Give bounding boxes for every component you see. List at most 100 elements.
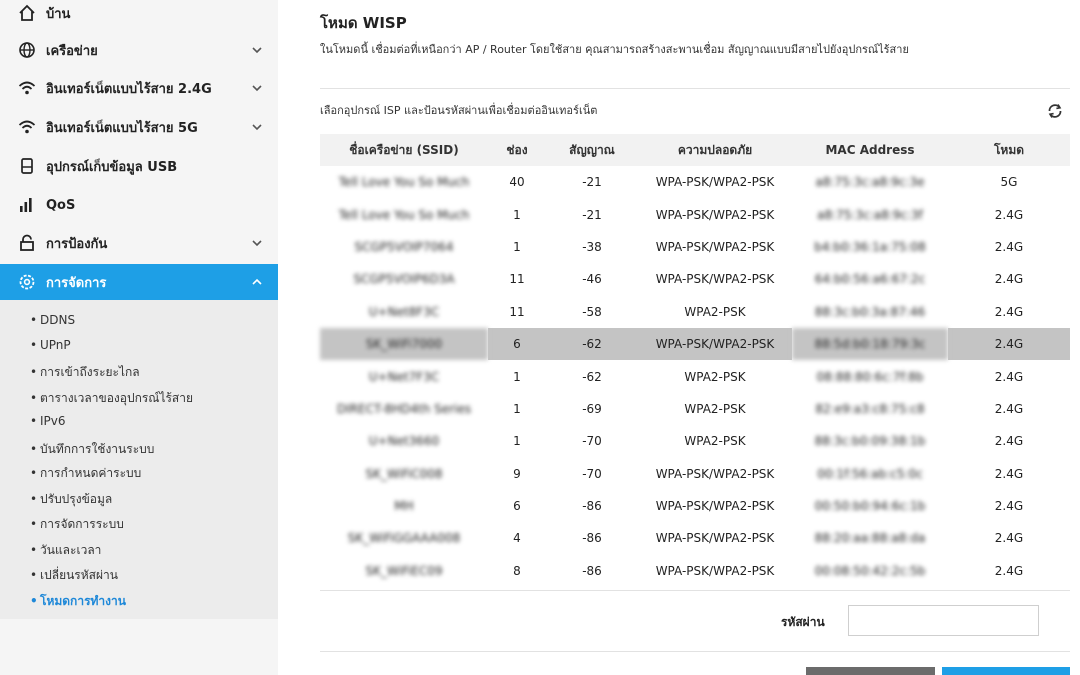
cell-ssid: SK_WiFiEC09: [365, 563, 443, 578]
submenu-item-system-management[interactable]: • การจัดการระบบ: [30, 515, 124, 534]
sidebar-item-network[interactable]: เครือข่าย: [0, 32, 278, 68]
cell-mac: a8:75:3c:a8:9c:3e: [815, 175, 925, 190]
chevron-down-icon: [252, 240, 262, 247]
cell-security: WPA-PSK/WPA2-PSK: [655, 175, 775, 190]
wifi-icon: [18, 81, 36, 95]
sidebar-item-label: การจัดการ: [46, 275, 107, 291]
table-row[interactable]: SK_WiFiC008 9 -70 WPA-PSK/WPA2-PSK 00:1f:56:…: [320, 458, 1070, 490]
submenu-item-update[interactable]: • ปรับปรุงข้อมูล: [30, 490, 112, 509]
submenu-item-operation-mode[interactable]: • โหมดการทำงาน: [30, 592, 126, 611]
cell-mode: 2.4G: [994, 434, 1024, 449]
table-row[interactable]: U+Net7F3C 1 -62 WPA2-PSK 08:88:80:6c:7f:8b 2.…: [320, 360, 1070, 392]
sidebar-item-home[interactable]: บ้าน: [0, 0, 278, 31]
connect-button[interactable]: [942, 667, 1070, 675]
cell-ssid: U+Net8F3C: [368, 304, 440, 319]
cell-channel: 9: [513, 466, 521, 481]
lock-icon: [20, 234, 34, 251]
cell-mode: 2.4G: [948, 327, 1070, 361]
cell-mode: 2.4G: [994, 466, 1024, 481]
submenu-item-change-password[interactable]: • เปลี่ยนรหัสผ่าน: [30, 566, 118, 585]
sidebar-item-label: การป้องกัน: [46, 236, 108, 252]
table-row[interactable]: MH 6 -86 WPA-PSK/WPA2-PSK 00:50:b0:94:6c:1b 2…: [320, 490, 1070, 522]
sidebar-item-management[interactable]: การจัดการ: [0, 264, 278, 300]
bar-chart-icon: [20, 198, 32, 212]
password-input[interactable]: [848, 605, 1039, 636]
cell-ssid: Tell Love You So Much: [338, 207, 470, 222]
cell-channel: 11: [509, 304, 525, 319]
gear-icon: [19, 274, 35, 290]
page-description: ในโหมดนี้ เชื่อมต่อที่เหนือกว่า AP / Rou…: [320, 43, 909, 56]
sidebar-item-usb-storage[interactable]: อุปกรณ์เก็บข้อมูล USB: [0, 148, 278, 184]
cell-signal: -38: [582, 239, 602, 254]
sidebar-item-label: QoS: [46, 197, 76, 213]
cell-ssid: U+Net3660: [368, 434, 440, 449]
table-row[interactable]: SK_WiFiGGAAA008 4 -86 WPA-PSK/WPA2-PSK 88:20…: [320, 522, 1070, 554]
chevron-up-icon: [252, 278, 262, 285]
usb-storage-icon: [21, 158, 33, 174]
table-row[interactable]: U+Net3660 1 -70 WPA2-PSK 88:3c:b0:09:38:1b 2.…: [320, 425, 1070, 457]
submenu-item-upnp[interactable]: • UPnP: [30, 338, 71, 352]
sidebar-item-qos[interactable]: QoS: [0, 187, 278, 223]
sidebar-item-label: อินเทอร์เน็ตแบบไร้สาย 5G: [46, 120, 198, 136]
cell-ssid: SCGP5VOIP7064: [354, 239, 454, 254]
chevron-down-icon: [252, 47, 262, 54]
submenu-item-wireless-schedule[interactable]: • ตารางเวลาของอุปกรณ์ไร้สาย: [30, 389, 193, 408]
table-row[interactable]: SCGP5VOIP7064 1 -38 WPA-PSK/WPA2-PSK b4:b0:3…: [320, 231, 1070, 263]
submenu-item-date-time[interactable]: • วันและเวลา: [30, 541, 101, 560]
cancel-button[interactable]: [806, 667, 935, 675]
cell-channel: 8: [513, 563, 521, 578]
cell-mac: 00:1f:56:ab:c5:0c: [817, 466, 923, 481]
sidebar-item-label: อินเทอร์เน็ตแบบไร้สาย 2.4G: [46, 81, 212, 97]
submenu-item-remote-access[interactable]: • การเข้าถึงระยะไกล: [30, 363, 140, 382]
management-submenu: • DDNS • UPnP • การเข้าถึงระยะไกล • ตารางเวล…: [0, 300, 278, 619]
table-row[interactable]: SCGP5VOIP6D3A 11 -46 WPA-PSK/WPA2-PSK 64:b0:…: [320, 263, 1070, 295]
table-row[interactable]: U+Net8F3C 11 -58 WPA2-PSK 88:3c:b0:3a:87:46 2…: [320, 296, 1070, 328]
cell-signal: -86: [582, 531, 602, 546]
cell-ssid: DIRECT-8HD4th Series: [336, 401, 472, 416]
cell-ssid: SK_WiFi7000: [320, 327, 488, 361]
submenu-item-system-log[interactable]: • บันทึกการใช้งานระบบ: [30, 440, 154, 459]
cell-mac: 88:3c:b0:09:38:1b: [814, 434, 926, 449]
globe-icon: [19, 42, 35, 58]
divider: [320, 651, 1070, 652]
cell-signal: -62: [582, 369, 602, 384]
divider: [320, 590, 1070, 591]
sidebar-item-security[interactable]: การป้องกัน: [0, 225, 278, 261]
cell-mac: 88:5d:b0:18:79:3c: [792, 327, 948, 361]
cell-channel: 1: [513, 239, 521, 254]
divider: [320, 88, 1070, 89]
cell-mode: 2.4G: [994, 531, 1024, 546]
table-row[interactable]: Tell Love You So Much 40 -21 WPA-PSK/WPA2-P…: [320, 166, 1070, 198]
table-row[interactable]: Tell Love You So Much 1 -21 WPA-PSK/WPA2-PS…: [320, 198, 1070, 230]
cell-signal: -58: [582, 304, 602, 319]
submenu-item-system-config[interactable]: • การกำหนดค่าระบบ: [30, 464, 141, 483]
cell-channel: 6: [488, 327, 546, 361]
submenu-item-ddns[interactable]: • DDNS: [30, 313, 75, 327]
table-row[interactable]: SK_WiFiEC09 8 -86 WPA-PSK/WPA2-PSK 00:08:50:…: [320, 555, 1070, 587]
submenu-item-ipv6[interactable]: • IPv6: [30, 414, 66, 428]
cell-mode: 2.4G: [994, 239, 1024, 254]
sidebar-item-wifi-5g[interactable]: อินเทอร์เน็ตแบบไร้สาย 5G: [0, 109, 278, 145]
cell-security: WPA2-PSK: [684, 304, 746, 319]
cell-security: WPA-PSK/WPA2-PSK: [655, 466, 775, 481]
table-row[interactable]: SK_WiFi7000 6 -62 WPA-PSK/WPA2-PSK 88:5d:b0:…: [320, 327, 1070, 361]
cell-mode: 2.4G: [994, 207, 1024, 222]
table-header: ชื่อเครือข่าย (SSID) ช่อง สัญญาณ ความปลอ…: [320, 134, 1070, 166]
cell-security: WPA-PSK/WPA2-PSK: [655, 272, 775, 287]
column-header-signal: สัญญาณ: [546, 134, 638, 166]
cell-signal: -21: [582, 175, 602, 190]
cell-mac: 08:88:80:6c:7f:8b: [816, 369, 924, 384]
cell-signal: -86: [582, 499, 602, 514]
cell-security: WPA-PSK/WPA2-PSK: [655, 531, 775, 546]
chevron-down-icon: [252, 85, 262, 92]
refresh-icon[interactable]: [1046, 102, 1064, 120]
sidebar-item-wifi-24g[interactable]: อินเทอร์เน็ตแบบไร้สาย 2.4G: [0, 70, 278, 106]
cell-channel: 1: [513, 207, 521, 222]
cell-signal: -70: [582, 466, 602, 481]
cell-mac: 82:e9:a3:c8:75:c8: [815, 401, 925, 416]
cell-signal: -69: [582, 401, 602, 416]
table-row[interactable]: DIRECT-8HD4th Series 1 -69 WPA2-PSK 82:e9:a3…: [320, 393, 1070, 425]
cell-channel: 40: [509, 175, 525, 190]
page-title: โหมด WISP: [320, 14, 407, 32]
column-header-channel: ช่อง: [488, 134, 546, 166]
